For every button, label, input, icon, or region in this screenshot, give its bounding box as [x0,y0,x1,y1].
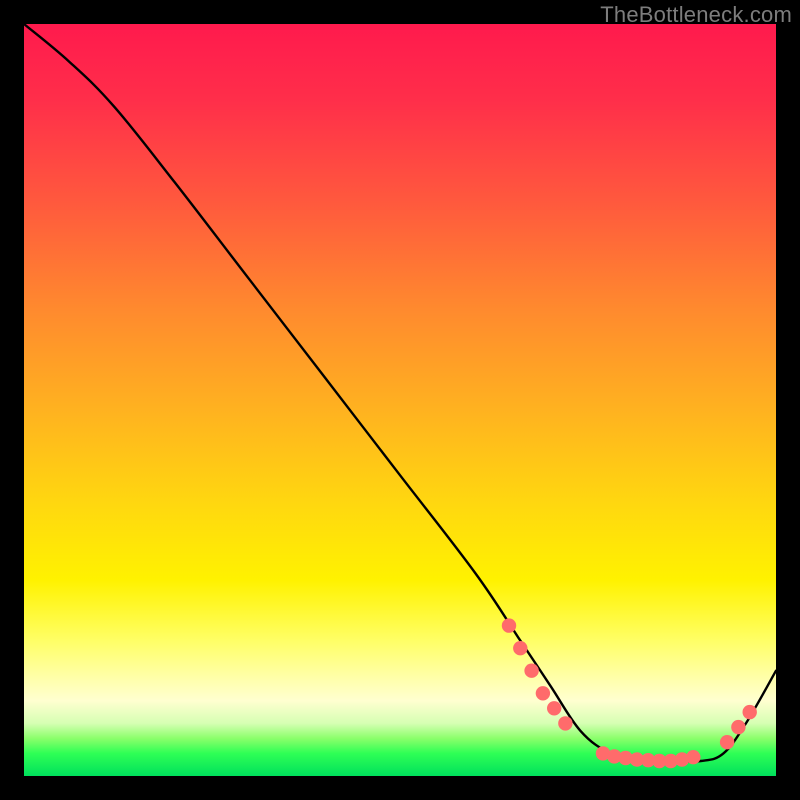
marker-dot [547,701,561,715]
marker-dot [558,716,572,730]
marker-dot [513,641,527,655]
marker-dot [720,735,734,749]
marker-dot [743,705,757,719]
marker-dot [536,686,550,700]
chart-stage: TheBottleneck.com [0,0,800,800]
marker-dot [524,664,538,678]
bottleneck-curve [24,24,776,762]
marker-dot [502,618,516,632]
curve-svg [24,24,776,776]
marker-dot [731,720,745,734]
marker-dot [686,750,700,764]
plot-area [24,24,776,776]
marker-group [502,618,757,768]
